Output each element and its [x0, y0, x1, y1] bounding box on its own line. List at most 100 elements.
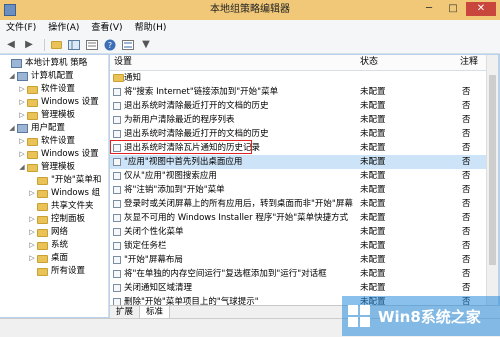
toolbar: ◀ ▶ ? ▼ [0, 36, 500, 54]
policy-setting-icon [113, 102, 121, 110]
properties-icon[interactable] [85, 38, 99, 52]
column-header-state[interactable]: 状态 [360, 55, 378, 70]
folder-icon [37, 267, 48, 276]
policy-setting-icon [113, 298, 121, 305]
setting-name: 将"在单独的内存空间运行"复选框添加到"运行"对话框 [124, 269, 327, 279]
folder-icon [27, 98, 38, 107]
table-row[interactable]: 登录时或关闭屏幕上的所有应用后，转到桌面而非"开始"屏幕 未配置 否 [110, 197, 486, 211]
table-row[interactable]: 退出系统时清除最近打开的文档的历史 未配置 否 [110, 127, 486, 141]
watermark-text: Win8系统之家 [378, 307, 481, 326]
tree-label: 桌面 [51, 253, 69, 263]
tree-item[interactable]: ▷ 管理模板 [18, 109, 75, 122]
menu-help[interactable]: 帮助(H) [129, 20, 173, 36]
tree-twisty[interactable]: ◢ [18, 161, 26, 174]
tree-twisty[interactable]: ▷ [28, 187, 36, 200]
help-icon[interactable]: ? [103, 38, 117, 52]
tree-item[interactable]: 本地计算机 策略 [2, 57, 87, 70]
back-icon[interactable]: ◀ [4, 38, 18, 52]
close-button[interactable]: ✕ [466, 2, 496, 16]
folder-up-icon[interactable] [49, 38, 63, 52]
policy-setting-icon [113, 284, 121, 292]
tree-twisty[interactable]: ▷ [18, 109, 26, 122]
tree-twisty[interactable]: ▷ [18, 96, 26, 109]
policy-setting-icon [113, 186, 121, 194]
tree-item[interactable]: ▷ 软件设置 [18, 83, 75, 96]
tree-item[interactable]: ▷ Windows 设置 [18, 96, 98, 109]
tree-label: 用户配置 [31, 123, 66, 133]
tree-item[interactable]: "开始"菜单和 [28, 174, 101, 187]
policy-setting-icon [113, 200, 121, 208]
tree-twisty[interactable]: ◢ [8, 70, 16, 83]
tree-twisty[interactable]: ▷ [28, 239, 36, 252]
tree-item[interactable]: ◢ 用户配置 [8, 122, 65, 135]
setting-name: 灰显不可用的 Windows Installer 程序"开始"菜单快捷方式 [124, 213, 349, 223]
setting-name: "开始"屏幕布局 [124, 255, 183, 265]
tree-item[interactable]: ▷ 系统 [28, 239, 68, 252]
menu-action[interactable]: 操作(A) [42, 20, 85, 36]
show-hide-tree-icon[interactable] [67, 38, 81, 52]
tree-twisty[interactable]: ▷ [18, 148, 26, 161]
tree-item[interactable]: ◢ 计算机配置 [8, 70, 74, 83]
scrollbar-thumb[interactable] [489, 75, 496, 265]
setting-state: 未配置 [360, 199, 386, 209]
setting-name: 将"搜索 Internet"链接添加到"开始"菜单 [124, 87, 279, 97]
tree-item[interactable]: ▷ Windows 设置 [18, 148, 98, 161]
tree-label: Windows 组 [51, 188, 101, 198]
tree-item[interactable]: 共享文件夹 [28, 200, 94, 213]
tree-item[interactable]: ▷ 控制面板 [28, 213, 85, 226]
tree-twisty[interactable]: ▷ [18, 135, 26, 148]
setting-comment: 否 [462, 157, 471, 167]
vertical-scrollbar[interactable] [486, 55, 498, 305]
table-row[interactable]: 退出系统时清除最近打开的文档的历史 未配置 否 [110, 99, 486, 113]
menu-file[interactable]: 文件(F) [0, 20, 42, 36]
tree-item[interactable]: ◢ 管理模板 [18, 161, 75, 174]
setting-comment: 否 [462, 115, 471, 125]
setting-comment: 否 [462, 199, 471, 209]
column-header-setting[interactable]: 设置 [114, 55, 132, 70]
tree-twisty[interactable]: ▷ [28, 213, 36, 226]
tree-twisty[interactable]: ▷ [18, 83, 26, 96]
table-row[interactable]: 仅从"应用"视图搜索应用 未配置 否 [110, 169, 486, 183]
setting-state: 未配置 [360, 255, 386, 265]
policy-setting-icon [113, 228, 121, 236]
setting-comment: 否 [462, 101, 471, 111]
menu-view[interactable]: 查看(V) [85, 20, 128, 36]
tree-item[interactable]: 所有设置 [28, 265, 85, 278]
filter-icon[interactable]: ▼ [139, 38, 153, 52]
column-header-comment[interactable]: 注释 [460, 55, 478, 70]
table-row[interactable]: 灰显不可用的 Windows Installer 程序"开始"菜单快捷方式 未配置… [110, 211, 486, 225]
setting-name: 关闭通知区域清理 [124, 283, 193, 293]
setting-state: 未配置 [360, 157, 386, 167]
setting-state: 未配置 [360, 101, 386, 111]
tree-twisty[interactable]: ▷ [28, 226, 36, 239]
table-row[interactable]: 关闭通知区域清理 未配置 否 [110, 281, 486, 295]
tree-item[interactable]: ▷ 桌面 [28, 252, 68, 265]
menu-bar: 文件(F) 操作(A) 查看(V) 帮助(H) [0, 20, 500, 36]
table-row[interactable]: 锁定任务栏 未配置 否 [110, 239, 486, 253]
table-row[interactable]: 为新用户清除最近的程序列表 未配置 否 [110, 113, 486, 127]
setting-comment: 否 [462, 227, 471, 237]
tree-item[interactable]: ▷ 软件设置 [18, 135, 75, 148]
list-view-icon[interactable] [121, 38, 135, 52]
tree-twisty[interactable]: ▷ [28, 252, 36, 265]
table-row[interactable]: 将"搜索 Internet"链接添加到"开始"菜单 未配置 否 [110, 85, 486, 99]
tree-twisty[interactable]: ◢ [8, 122, 16, 135]
table-row[interactable]: "应用"视图中首先列出桌面应用 未配置 否 [110, 155, 486, 169]
table-row[interactable]: 关闭个性化菜单 未配置 否 [110, 225, 486, 239]
table-row[interactable]: 将"在单独的内存空间运行"复选框添加到"运行"对话框 未配置 否 [110, 267, 486, 281]
table-row[interactable]: 将"注销"添加到"开始"菜单 未配置 否 [110, 183, 486, 197]
policy-setting-icon [113, 116, 121, 124]
computer-policy-icon [11, 59, 22, 68]
maximize-button[interactable]: □ [442, 2, 464, 16]
tree-item[interactable]: ▷ 网络 [28, 226, 68, 239]
tree-label: 系统 [51, 240, 69, 250]
tree-item[interactable]: ▷ Windows 组 [28, 187, 100, 200]
tree-label: "开始"菜单和 [51, 175, 102, 185]
minimize-button[interactable]: ─ [418, 2, 440, 16]
folder-row[interactable]: 通知 [110, 71, 486, 85]
setting-comment: 否 [462, 185, 471, 195]
table-row[interactable]: "开始"屏幕布局 未配置 否 [110, 253, 486, 267]
tree-label: 控制面板 [51, 214, 86, 224]
policy-setting-icon [113, 172, 121, 180]
forward-icon[interactable]: ▶ [22, 38, 36, 52]
